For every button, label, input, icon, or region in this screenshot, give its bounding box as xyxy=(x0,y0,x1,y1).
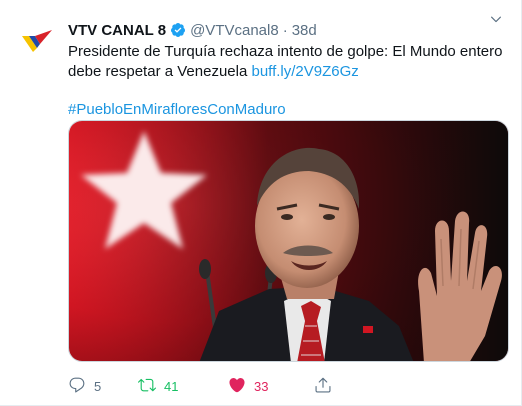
share-icon xyxy=(314,376,332,397)
tweet-text: Presidente de Turquía rechaza intento de… xyxy=(68,42,508,82)
retweet-icon xyxy=(138,376,156,397)
like-button[interactable]: 33 xyxy=(228,376,314,397)
tweet-header: VTV CANAL 8 @VTVcanal8 · 38d xyxy=(68,20,511,40)
reply-icon xyxy=(68,376,86,397)
hashtag-link[interactable]: #PuebloEnMirafloresConMaduro xyxy=(68,101,286,118)
tweet-card[interactable]: VTV CANAL 8 @VTVcanal8 · 38d Presidente … xyxy=(0,0,522,406)
tweet-link[interactable]: buff.ly/2V9Z6Gz xyxy=(251,63,358,80)
retweet-button[interactable]: 41 xyxy=(138,376,228,397)
heart-icon xyxy=(228,376,246,397)
verified-badge-icon xyxy=(170,22,186,38)
vtv-logo-icon[interactable] xyxy=(18,22,56,60)
reply-count: 5 xyxy=(94,379,102,394)
tweet-photo[interactable] xyxy=(68,120,509,362)
share-button[interactable] xyxy=(314,376,332,397)
retweet-count: 41 xyxy=(164,379,179,394)
chevron-down-icon[interactable] xyxy=(487,10,505,28)
hashtag-line: #PuebloEnMirafloresConMaduro xyxy=(68,100,511,120)
reply-button[interactable]: 5 xyxy=(68,376,138,397)
tweet-content: VTV CANAL 8 @VTVcanal8 · 38d Presidente … xyxy=(68,16,511,394)
display-name[interactable]: VTV CANAL 8 xyxy=(68,22,166,39)
like-count: 33 xyxy=(254,379,269,394)
separator-dot: · xyxy=(282,21,288,39)
tweet-timestamp[interactable]: 38d xyxy=(292,22,317,39)
user-handle[interactable]: @VTVcanal8 xyxy=(190,22,279,39)
tweet-actions: 5 41 33 xyxy=(68,376,508,397)
